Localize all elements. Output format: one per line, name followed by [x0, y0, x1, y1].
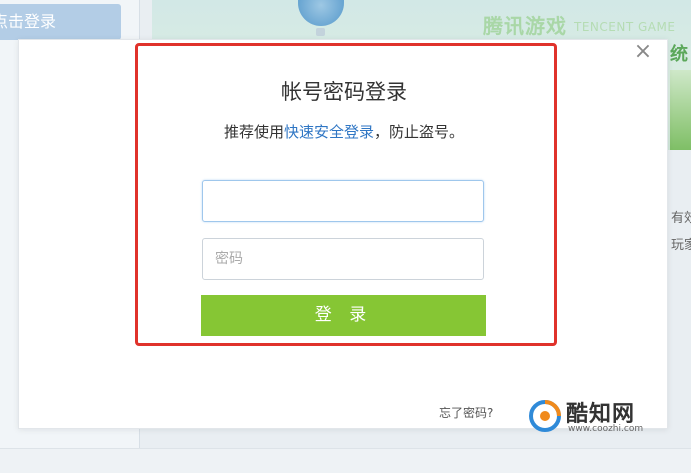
- password-input[interactable]: [202, 238, 484, 280]
- brand-name-en: TENCENT GAME: [574, 20, 676, 34]
- forgot-password-link[interactable]: 忘了密码?: [439, 404, 493, 421]
- brand-name-cn: 腾讯游戏: [483, 14, 567, 38]
- quick-secure-login-link[interactable]: 快速安全登录: [284, 123, 374, 141]
- background-footer: [0, 448, 691, 473]
- background-click-login-label: 点击登录: [0, 12, 57, 31]
- close-icon: ×: [633, 39, 653, 64]
- background-side-heading: 统: [670, 44, 688, 65]
- watermark-url: www.coozhi.com: [568, 424, 644, 434]
- account-input[interactable]: [202, 180, 484, 222]
- balloon-basket-graphic: [316, 28, 325, 36]
- recommend-text: 推荐使用快速安全登录，防止盗号。: [170, 121, 518, 142]
- login-button[interactable]: 登 录: [201, 295, 486, 336]
- background-right-text-2: 玩家: [671, 238, 691, 253]
- coozhi-logo-icon: [529, 400, 561, 432]
- dialog-title: 帐号密码登录: [281, 80, 407, 104]
- recommend-suffix: ，防止盗号。: [374, 123, 465, 141]
- recommend-prefix: 推荐使用: [223, 123, 284, 141]
- watermark: 酷知网 www.coozhi.com: [528, 394, 688, 444]
- grass-graphic: [670, 70, 691, 150]
- close-button[interactable]: ×: [628, 38, 658, 66]
- background-click-login-tab: 点击登录: [0, 4, 121, 40]
- background-right-text-1: 有效: [671, 211, 691, 226]
